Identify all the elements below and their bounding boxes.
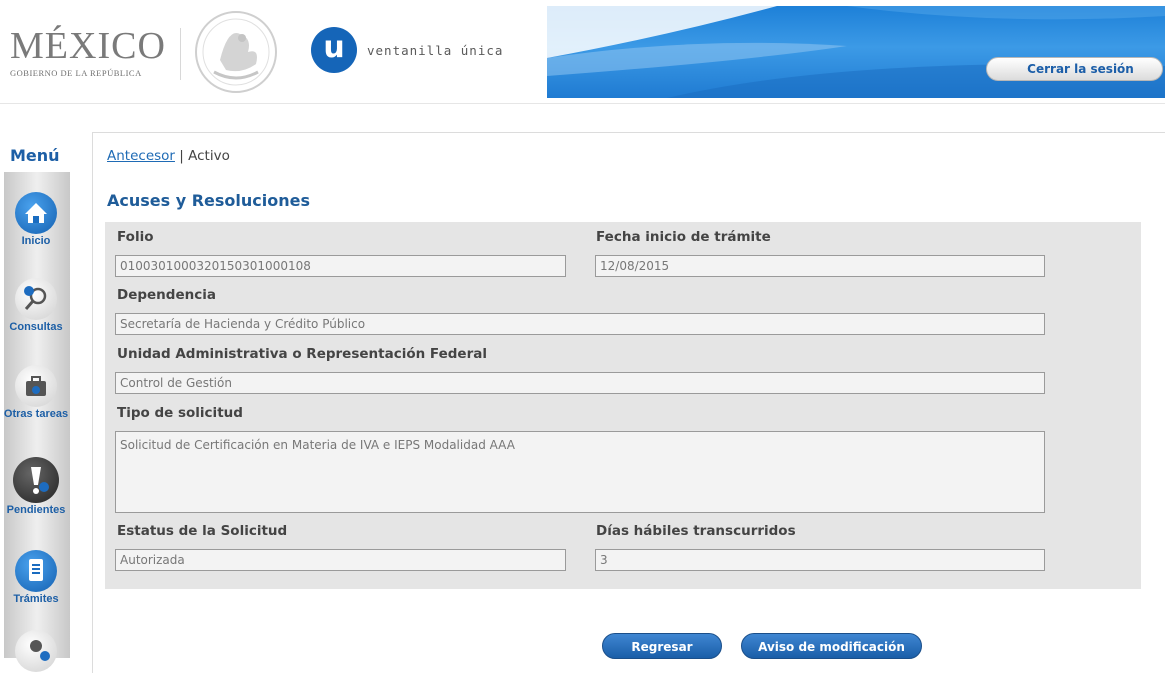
- ventanilla-logo-icon: u: [311, 27, 357, 73]
- folio-field[interactable]: [115, 255, 566, 277]
- folio-label: Folio: [117, 229, 154, 245]
- magnifier-icon: [15, 278, 57, 320]
- document-icon: [15, 550, 57, 592]
- unidad-field[interactable]: [115, 372, 1045, 394]
- sidebar-menu: Menú Inicio Consultas Otras tareas Pendi…: [0, 140, 72, 672]
- sidebar-item-pendientes[interactable]: Pendientes: [0, 457, 72, 516]
- logout-button[interactable]: Cerrar la sesión: [986, 57, 1163, 81]
- sidebar-item-label: Consultas: [9, 321, 63, 333]
- request-details-form: Folio Fecha inicio de trámite Dependenci…: [105, 222, 1141, 589]
- estatus-label: Estatus de la Solicitud: [117, 523, 288, 539]
- sidebar-item-label: Trámites: [13, 593, 59, 605]
- sidebar-item-otras-tareas[interactable]: Otras tareas: [0, 365, 72, 420]
- sidebar-item-label: Pendientes: [6, 504, 66, 516]
- tipo-label: Tipo de solicitud: [117, 405, 243, 421]
- header-divider: [180, 28, 181, 80]
- unidad-label: Unidad Administrativa o Representación F…: [117, 346, 487, 362]
- ventanilla-logo-text: ventanilla única: [367, 43, 504, 58]
- header-separator: [0, 103, 1165, 104]
- regresar-button[interactable]: Regresar: [602, 633, 722, 659]
- mexico-logo: MÉXICO GOBIERNO DE LA REPÚBLICA: [10, 26, 170, 78]
- dependencia-label: Dependencia: [117, 287, 216, 303]
- aviso-modificacion-button[interactable]: Aviso de modificación: [741, 633, 922, 659]
- fecha-field[interactable]: [595, 255, 1045, 277]
- page-title: Acuses y Resoluciones: [107, 191, 311, 210]
- sidebar-item-label: Otras tareas: [3, 408, 69, 420]
- sidebar-item-tramites[interactable]: Trámites: [0, 550, 72, 605]
- alert-icon: [13, 457, 59, 503]
- tipo-field[interactable]: Solicitud de Certificación en Materia de…: [115, 431, 1045, 513]
- sidebar-title: Menú: [10, 146, 60, 165]
- sidebar-item-label: Inicio: [21, 235, 51, 247]
- briefcase-icon: [15, 365, 57, 407]
- sidebar-item-inicio[interactable]: Inicio: [0, 192, 72, 247]
- dependencia-field[interactable]: [115, 313, 1045, 335]
- home-icon: [15, 192, 57, 234]
- banner-swoosh: [547, 6, 1165, 98]
- sidebar-item-consultas[interactable]: Consultas: [0, 278, 72, 333]
- header-banner: [547, 6, 1165, 98]
- logo-sub-text: GOBIERNO DE LA REPÚBLICA: [10, 68, 142, 78]
- national-seal-icon: [195, 11, 277, 93]
- page-header: MÉXICO GOBIERNO DE LA REPÚBLICA u ventan…: [0, 0, 1165, 104]
- breadcrumb: Antecesor | Activo: [107, 148, 230, 164]
- breadcrumb-link-antecesor[interactable]: Antecesor: [107, 148, 175, 164]
- logo-main-text: MÉXICO: [10, 25, 166, 67]
- user-icon: [15, 630, 57, 672]
- breadcrumb-current: Activo: [188, 148, 230, 164]
- dias-field[interactable]: [595, 549, 1045, 571]
- sidebar-item-more[interactable]: [0, 630, 72, 672]
- breadcrumb-separator: |: [174, 148, 189, 164]
- dias-label: Días hábiles transcurridos: [596, 523, 796, 539]
- fecha-label: Fecha inicio de trámite: [596, 229, 771, 245]
- estatus-field[interactable]: [115, 549, 566, 571]
